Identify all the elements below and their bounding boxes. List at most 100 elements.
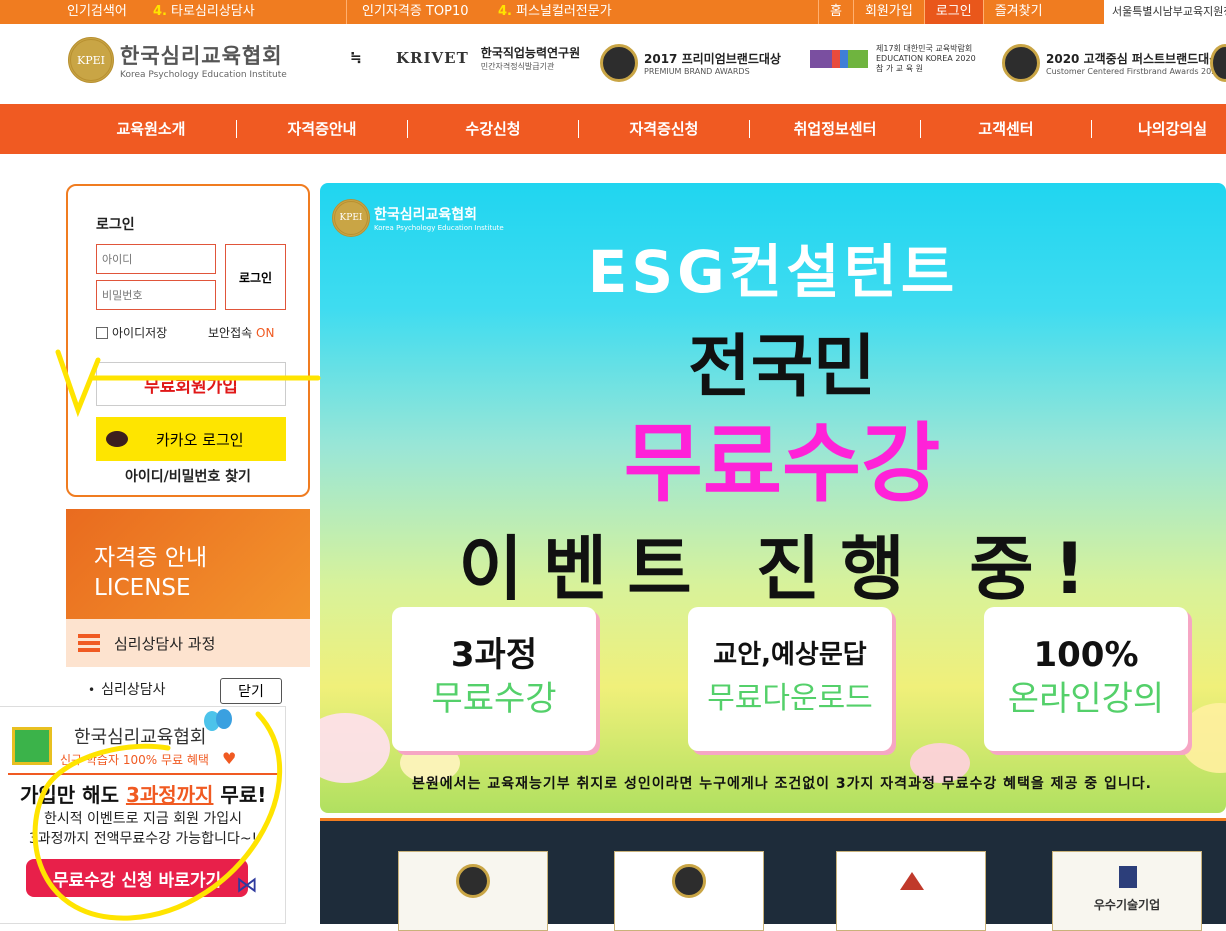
login-box: 로그인 로그인 아이디저장 보안접속 ON 무료회원가입 카카오 로그인 아이디…: [66, 184, 310, 497]
heart-icon: ♥: [222, 749, 237, 768]
license-title-ko: 자격증 안내: [94, 545, 208, 571]
banner-line4: 이벤트 진행 중!: [458, 528, 1106, 610]
kakao-login-label: 카카오 로그인: [156, 430, 244, 449]
certificate-strip: 우수기술기업: [320, 818, 1226, 931]
save-id-label: 아이디저장: [112, 326, 168, 340]
popup-divider: [8, 773, 278, 775]
top-divider: [346, 0, 347, 24]
kakao-chat-icon: [106, 431, 128, 447]
home-link[interactable]: 홈: [818, 0, 853, 24]
education-korea-icon: [810, 50, 868, 68]
certificate-medal-icon: [672, 864, 706, 898]
join-link[interactable]: 회원가입: [852, 0, 924, 24]
award3-title: 2020 고객중심 퍼스트브랜드대상: [1046, 52, 1221, 66]
login-link[interactable]: 로그인: [923, 0, 983, 24]
krivet-sub: 민간자격정식발급기관: [480, 62, 555, 71]
gift-icon: [12, 727, 52, 765]
popup-head-pre: 가입만 해도: [20, 783, 126, 807]
kakao-login-button[interactable]: 카카오 로그인: [96, 417, 286, 461]
nav-jobs[interactable]: 취업정보센터: [750, 104, 920, 154]
header-mark-icon: ≒: [350, 50, 362, 66]
popup-close-button[interactable]: 닫기: [220, 678, 282, 704]
ribbon-icon: ⋈: [236, 873, 258, 898]
krivet-title: 한국직업능력연구원: [480, 46, 581, 60]
banner-line1: ESG컨설턴트: [587, 238, 959, 306]
certificate-image[interactable]: [614, 851, 764, 931]
popup-headline: 가입만 해도 3과정까지 무료!: [20, 779, 266, 808]
logo-seal: KPEI: [68, 37, 114, 83]
license-panel: 자격증 안내 LICENSE: [66, 509, 310, 619]
popup-head-post: 무료!: [213, 783, 267, 807]
find-account-link[interactable]: 아이디/비밀번호 찾기: [68, 466, 308, 486]
popular-search-label: 인기검색어: [67, 4, 127, 19]
popup-subtitle: 신규 학습자 100% 무료 혜택: [60, 753, 209, 767]
nav-license[interactable]: 자격증안내: [237, 104, 407, 154]
card-title: 3과정: [450, 635, 538, 675]
award1-sub: PREMIUM BRAND AWARDS: [644, 67, 750, 76]
nav-enroll[interactable]: 수강신청: [408, 104, 578, 154]
id-input[interactable]: [96, 244, 216, 274]
login-button[interactable]: 로그인: [225, 244, 286, 310]
popular-cert-rank: 4.: [498, 4, 512, 19]
nav-support[interactable]: 고객센터: [921, 104, 1091, 154]
banner-footer: 본원에서는 교육재능기부 취지로 성인이라면 누구에게나 조건없이 3가지 자격…: [412, 776, 1152, 792]
site-logo[interactable]: KPEI 한국심리교육협회 Korea Psychology Education…: [68, 35, 287, 85]
popup-org-name: 한국심리교육협회: [74, 727, 207, 748]
event-banner[interactable]: KPEI 한국심리교육협회 Korea Psychology Education …: [320, 183, 1226, 813]
free-enroll-button[interactable]: 무료수강 신청 바로가기: [26, 859, 248, 897]
card-subtitle: 무료다운로드: [707, 681, 873, 716]
badge-icon: [1119, 866, 1137, 888]
nav-about[interactable]: 교육원소개: [66, 104, 236, 154]
popular-cert-item[interactable]: 4. 퍼스널컬러전문가: [498, 0, 612, 24]
premium-award-badge: 2017 프리미엄브랜드대상 PREMIUM BRAND AWARDS: [600, 44, 781, 82]
free-join-button[interactable]: 무료회원가입: [96, 362, 286, 406]
card-title: 교안,예상문답: [713, 640, 867, 670]
secure-state: ON: [256, 326, 275, 340]
card-subtitle: 무료수강: [431, 679, 557, 719]
notice-ticker[interactable]: 서울특별시남부교육지원청 ·: [1104, 0, 1226, 24]
license-course-header[interactable]: 심리상담사 과정: [66, 619, 310, 667]
certificate-caption: 우수기술기업: [1093, 898, 1161, 912]
balloon-icon: [216, 709, 232, 729]
popup-description: 한시적 이벤트로 지금 회원 가입시 3과정까지 전액무료수강 가능합니다~!: [0, 809, 286, 849]
secure-login-toggle[interactable]: 보안접속 ON: [208, 324, 274, 341]
popular-cert-value: 퍼스널컬러전문가: [515, 4, 612, 19]
main-nav: 교육원소개 자격증안내 수강신청 자격증신청 취업정보센터 고객센터 나의강의실: [0, 104, 1226, 154]
popup-desc-line1: 한시적 이벤트로 지금 회원 가입시: [43, 811, 243, 827]
popup-head-highlight: 3과정까지: [125, 783, 214, 807]
menu-icon: [78, 634, 100, 652]
license-title-en: LICENSE: [94, 575, 191, 601]
certificate-image[interactable]: 우수기술기업: [1052, 851, 1202, 931]
save-id-checkbox[interactable]: 아이디저장: [96, 324, 167, 341]
award-medal-icon: [1002, 44, 1040, 82]
card-title: 100%: [1033, 635, 1139, 675]
award2-title: 제17회 대한민국 교육박람회: [876, 44, 973, 53]
popup-desc-line2: 3과정까지 전액무료수강 가능합니다~!: [28, 831, 258, 847]
benefit-card: 100% 온라인강의: [984, 607, 1188, 751]
popular-search-rank: 4.: [153, 4, 167, 19]
password-input[interactable]: [96, 280, 216, 310]
certificate-image[interactable]: [398, 851, 548, 931]
award-medal-icon: [600, 44, 638, 82]
krivet-mark: KRIVET: [396, 49, 469, 67]
popular-cert-label: 인기자격증 TOP10: [362, 4, 469, 19]
popular-search-item[interactable]: 4. 타로심리상담사: [153, 0, 255, 24]
card-subtitle: 온라인강의: [1007, 679, 1165, 719]
top-bar: 인기검색어 4. 타로심리상담사 인기자격증 TOP10 4. 퍼스널컬러전문가 홈…: [0, 0, 1226, 24]
banner-logo-name: 한국심리교육협회: [374, 207, 478, 223]
banner-line3: 무료수강: [623, 414, 941, 514]
award1-title: 2017 프리미엄브랜드대상: [644, 52, 781, 66]
bookmark-link[interactable]: 즐겨찾기: [982, 0, 1054, 24]
firstbrand-award-badge: 2020 고객중심 퍼스트브랜드대상 Customer Centered Firs…: [1002, 44, 1221, 82]
login-title: 로그인: [96, 217, 135, 233]
logo-name: 한국심리교육협회: [120, 44, 283, 68]
award2-line2: EDUCATION KOREA 2020: [876, 54, 976, 63]
certificate-image[interactable]: [836, 851, 986, 931]
triangle-icon: [900, 872, 924, 890]
secure-label: 보안접속: [208, 326, 253, 340]
license-item[interactable]: 심리상담사: [88, 679, 165, 699]
nav-my-classroom[interactable]: 나의강의실: [1092, 104, 1226, 154]
license-course-label: 심리상담사 과정: [114, 634, 216, 653]
event-popup: 한국심리교육협회 신규 학습자 100% 무료 혜택 ♥ 가입만 해도 3과정까…: [0, 706, 286, 924]
nav-cert-apply[interactable]: 자격증신청: [579, 104, 749, 154]
